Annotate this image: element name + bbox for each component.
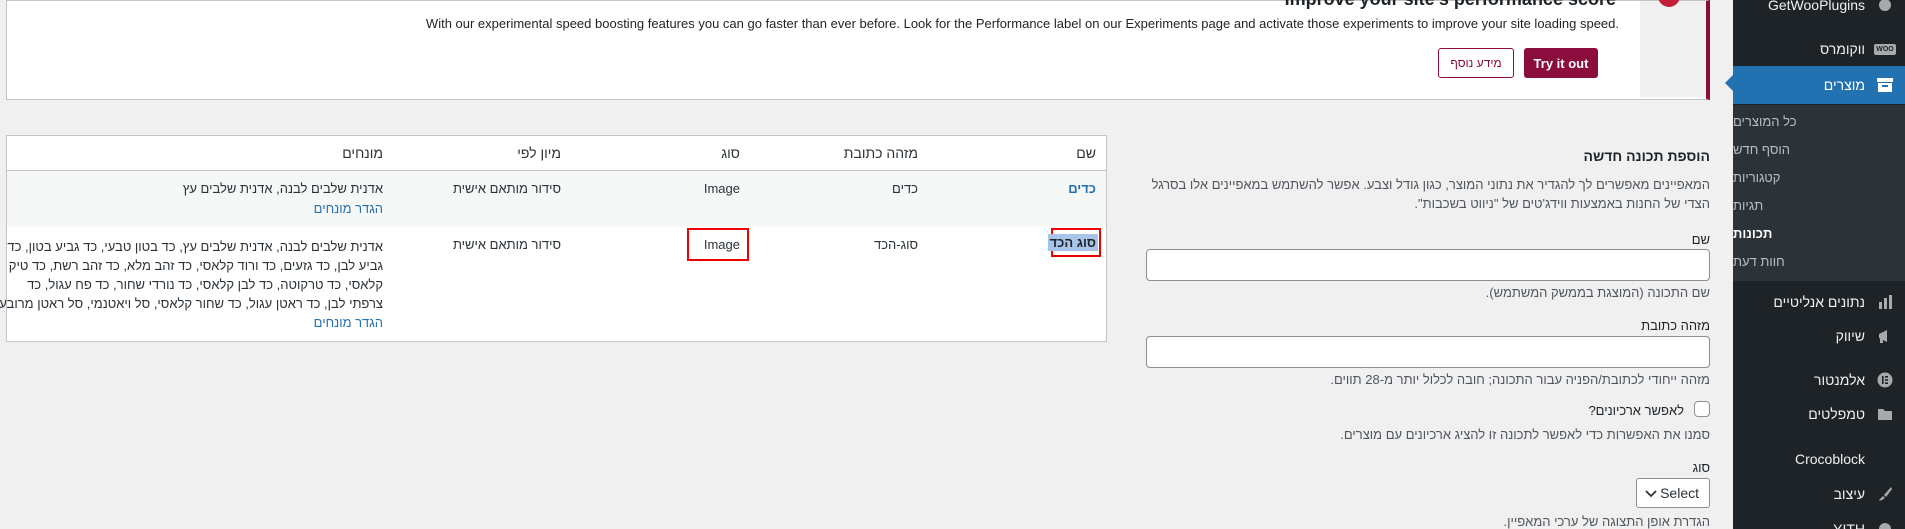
brush-icon xyxy=(1875,484,1895,504)
yith-icon xyxy=(1875,519,1895,529)
selected-name-text: סוג הכד xyxy=(1047,234,1098,251)
sidebar-item-crocoblock[interactable]: Crocoblock xyxy=(1733,442,1905,476)
plugin-icon xyxy=(1875,0,1895,15)
table-row: כדים כדים Image סידור מותאם אישית אדנית … xyxy=(7,171,1106,227)
enable-archives-checkbox[interactable] xyxy=(1694,401,1710,417)
type-select[interactable]: Select xyxy=(1636,478,1710,508)
admin-sidebar: GetWooPlugins WOO ווקומרס מוצרים כל המוצ… xyxy=(1725,0,1905,529)
attribute-type: Image xyxy=(703,181,740,196)
notice-title: Improve your site's performance score xyxy=(1285,0,1616,10)
elementor-icon xyxy=(1875,370,1895,390)
sidebar-item-label: YITH xyxy=(1833,521,1865,529)
name-label: שם xyxy=(1691,232,1710,247)
current-menu-arrow xyxy=(1725,75,1733,91)
name-input[interactable] xyxy=(1146,249,1710,281)
sidebar-item-elementor[interactable]: אלמנטור xyxy=(1733,363,1905,397)
sidebar-item-label: Crocoblock xyxy=(1794,451,1865,467)
crocoblock-icon xyxy=(1875,449,1895,469)
submenu-add-new[interactable]: הוסף חדש xyxy=(1733,135,1905,163)
attribute-name-link[interactable]: סוג הכד xyxy=(1047,234,1098,251)
submenu-reviews[interactable]: חוות דעת xyxy=(1733,247,1905,275)
archive-icon xyxy=(1875,75,1895,95)
attribute-name-link[interactable]: כדים xyxy=(1068,181,1096,196)
sidebar-item-getwooplugins[interactable]: GetWooPlugins xyxy=(1733,0,1905,22)
column-header-type: סוג xyxy=(721,145,740,161)
type-label: סוג xyxy=(1692,460,1710,475)
terms-line: אדנית שלבים לבנה, אדנית שלבים עץ, כד בטו… xyxy=(7,239,383,254)
sidebar-item-marketing[interactable]: שיווק xyxy=(1733,319,1905,353)
sidebar-item-woocommerce[interactable]: WOO ווקומרס xyxy=(1733,32,1905,66)
sidebar-item-label: ווקומרס xyxy=(1819,41,1865,57)
attribute-slug: כדים xyxy=(892,181,918,196)
attribute-terms: אדנית שלבים לבנה, אדנית שלבים עץ xyxy=(182,181,383,196)
type-select-value: Select xyxy=(1660,485,1699,501)
sidebar-item-label: מוצרים xyxy=(1823,77,1865,93)
sidebar-item-yith[interactable]: YITH xyxy=(1733,512,1905,529)
attribute-slug: סוג-הכד xyxy=(874,237,918,252)
column-header-name: שם xyxy=(1076,145,1096,161)
archives-label: לאפשר ארכיונים? xyxy=(1588,403,1684,418)
table-row: סוג הכד סוג-הכד Image סידור מותאם אישית … xyxy=(0,227,1106,341)
notice-text: With our experimental speed boosting fea… xyxy=(425,16,1619,31)
configure-terms-link[interactable]: הגדר מונחים xyxy=(314,201,383,216)
terms-line: קלאסי, כד טרקוטה, כד לבן קלאסי, כד נורדי… xyxy=(27,277,383,292)
attribute-order: סידור מותאם אישית xyxy=(452,237,561,252)
sidebar-item-label: שיווק xyxy=(1835,328,1865,344)
sidebar-item-products[interactable]: מוצרים xyxy=(1733,66,1905,104)
submenu-categories[interactable]: קטגוריות xyxy=(1733,163,1905,191)
slug-input[interactable] xyxy=(1146,336,1710,368)
woo-icon: WOO xyxy=(1874,43,1896,55)
terms-line: צרפתי לבן, כד ראטן עגול, כד שחור קלאסי, … xyxy=(0,296,383,311)
performance-notice: Improve your site's performance score Wi… xyxy=(6,0,1710,100)
try-it-out-button[interactable]: Try it out xyxy=(1524,48,1598,78)
sidebar-item-label: עיצוב xyxy=(1833,486,1865,502)
elementor-logo-icon xyxy=(1658,0,1680,7)
products-submenu: כל המוצרים הוסף חדש קטגוריות תגיות תכונו… xyxy=(1733,105,1905,281)
slug-help: מזהה ייחודי לכתובת/הפניה עבור התכונה; חו… xyxy=(1330,372,1710,387)
folder-icon xyxy=(1875,404,1895,424)
sidebar-item-analytics[interactable]: נתונים אנליטיים xyxy=(1733,285,1905,319)
form-heading: הוספת תכונה חדשה xyxy=(1583,148,1710,164)
megaphone-icon xyxy=(1875,326,1895,346)
attributes-table: שם מזהה כתובת סוג מיון לפי מונחים כדים כ… xyxy=(0,135,1107,342)
table-header: שם מזהה כתובת סוג מיון לפי מונחים xyxy=(7,136,1106,171)
name-help: שם התכונה (המוצגת בממשק המשתמש). xyxy=(1485,285,1710,300)
attribute-order: סידור מותאם אישית xyxy=(452,181,561,196)
notice-icon-area xyxy=(1640,0,1706,97)
form-description: המאפיינים מאפשרים לך להגדיר את נתוני המו… xyxy=(1151,177,1710,211)
column-header-order: מיון לפי xyxy=(517,145,561,161)
type-help: הגדרת אופן התצוגה של ערכי המאפיין. xyxy=(1503,514,1710,529)
sidebar-item-label: נתונים אנליטיים xyxy=(1773,294,1865,310)
column-header-slug: מזהה כתובת xyxy=(843,145,918,161)
sidebar-item-label: אלמנטור xyxy=(1814,372,1865,388)
sidebar-item-label: GetWooPlugins xyxy=(1767,0,1865,13)
archives-help: סמנו את האפשרות כדי לאפשר לתכונה זו להצי… xyxy=(1340,427,1710,442)
sidebar-item-appearance[interactable]: עיצוב xyxy=(1733,477,1905,511)
configure-terms-link[interactable]: הגדר מונחים xyxy=(314,315,383,330)
chart-icon xyxy=(1875,292,1895,312)
attribute-terms: אדנית שלבים לבנה, אדנית שלבים עץ, כד בטו… xyxy=(0,237,383,313)
sidebar-item-label: טמפלטים xyxy=(1808,406,1865,422)
learn-more-button[interactable]: מידע נוסף xyxy=(1438,48,1514,78)
attribute-type: Image xyxy=(703,237,740,252)
chevron-down-icon xyxy=(1645,485,1657,501)
slug-label: מזהה כתובת xyxy=(1641,318,1710,333)
submenu-tags[interactable]: תגיות xyxy=(1733,191,1905,219)
terms-line: גביע לבן, כד גזעים, כד ורוד קלאסי, כד זה… xyxy=(8,258,383,273)
submenu-all-products[interactable]: כל המוצרים xyxy=(1733,107,1905,135)
submenu-attributes[interactable]: תכונות xyxy=(1733,219,1905,247)
sidebar-item-templates[interactable]: טמפלטים xyxy=(1733,397,1905,431)
column-header-terms: מונחים xyxy=(342,145,383,161)
